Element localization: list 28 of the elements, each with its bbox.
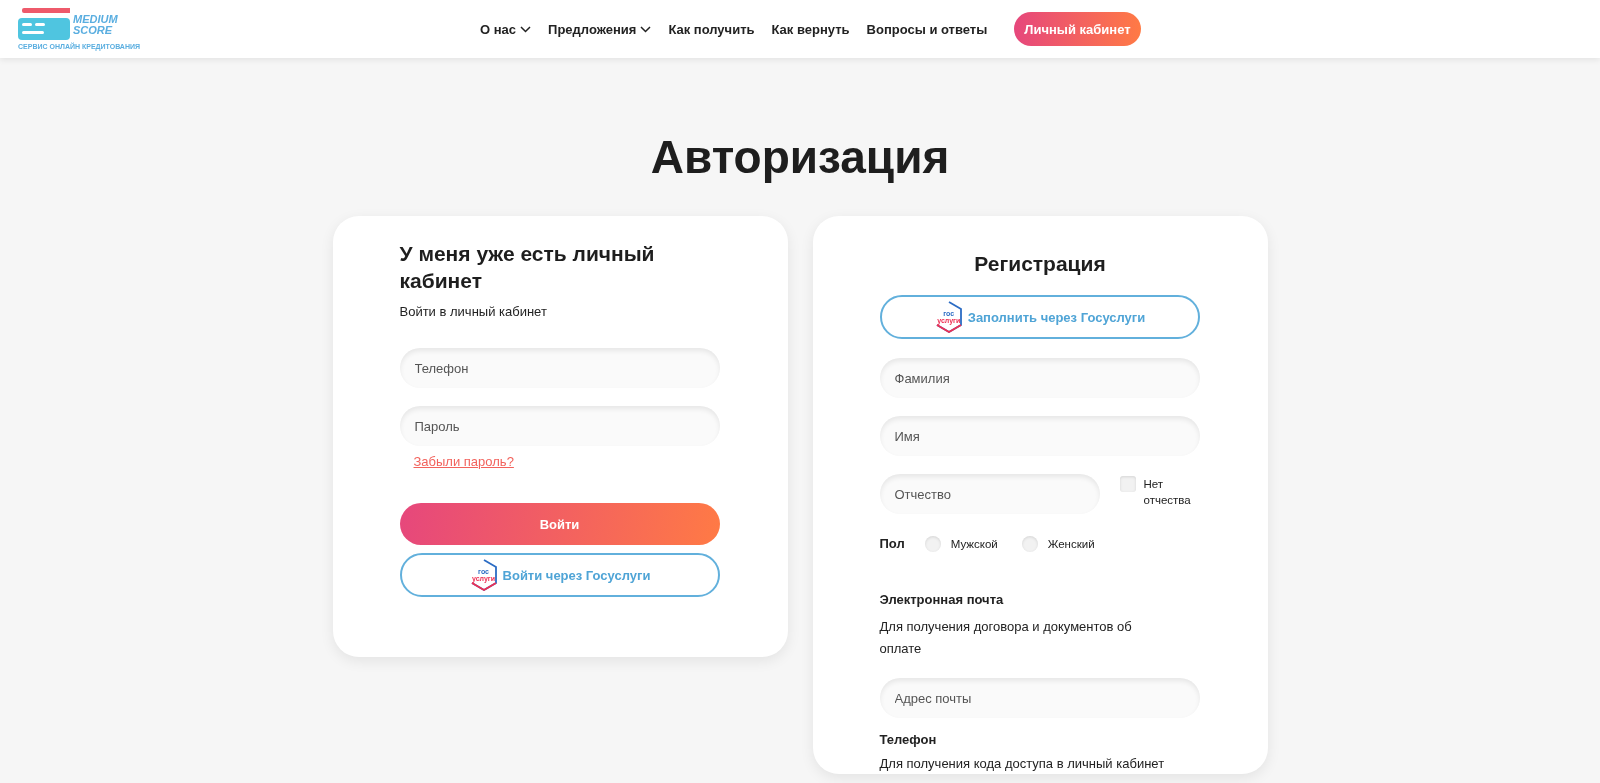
section-hint: Для получения договора и документов об оплате [879, 618, 1133, 658]
nav-link[interactable]: Как получить [668, 21, 755, 37]
card-heading: Регистрация [973, 251, 1107, 277]
radio-label: Женский [1047, 537, 1095, 552]
gender-label: Пол [879, 535, 905, 553]
radio-button[interactable] [1021, 536, 1038, 552]
checkbox-label: Нет отчества [1143, 477, 1192, 508]
input-field[interactable]: Фамилия [879, 358, 1200, 398]
section-label: Электронная почта [879, 591, 1005, 609]
input-field[interactable]: Пароль [399, 406, 720, 446]
section-hint: Для получения кода доступа в личный кабинет [879, 755, 1166, 773]
checkbox[interactable] [1119, 476, 1136, 492]
radio-label: Мужской [950, 537, 998, 552]
card-heading: У меня уже есть личный кабинет [399, 241, 656, 294]
page-title: Авторизация [649, 132, 951, 182]
nav-link[interactable]: Предложения [548, 21, 652, 37]
card-subtitle: Войти в личный кабинет [399, 303, 548, 321]
nav-link[interactable]: О нас [480, 21, 532, 37]
input-field[interactable]: Имя [879, 416, 1200, 456]
logo-text: MEDIUM SCORE [73, 14, 119, 36]
logo-card-icon [18, 8, 70, 42]
nav-link[interactable]: Вопросы и ответы [866, 21, 988, 37]
nav-link[interactable]: Как вернуть [771, 21, 850, 37]
radio-button[interactable] [924, 536, 941, 552]
section-label: Телефон [879, 731, 938, 749]
input-field[interactable]: Адрес почты [879, 678, 1200, 718]
input-field[interactable]: Отчество [879, 474, 1100, 514]
input-field[interactable]: Телефон [399, 348, 720, 388]
